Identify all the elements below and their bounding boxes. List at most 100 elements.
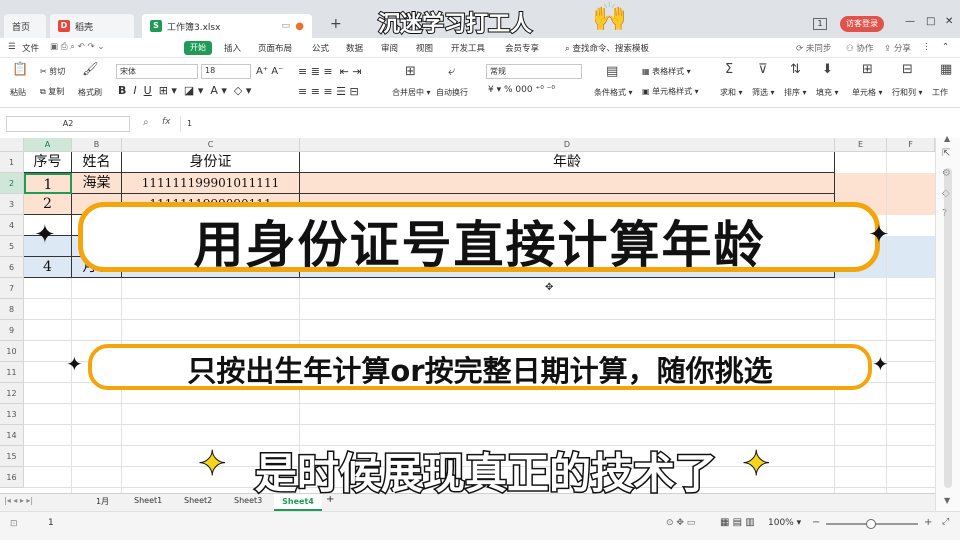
number-format-select[interactable]: 常规 <box>486 64 582 79</box>
window-count-badge[interactable]: 1 <box>813 18 827 30</box>
side-select-icon[interactable]: ⇱ <box>942 148 950 159</box>
row-header[interactable]: 12 <box>0 383 24 404</box>
row-header[interactable]: 15 <box>0 446 24 467</box>
zoom-in-button[interactable]: + <box>924 517 932 528</box>
menu-developer[interactable]: 开发工具 <box>451 42 485 54</box>
row-header[interactable]: 16 <box>0 467 24 488</box>
sum-button[interactable]: 求和 ▾ <box>720 87 743 98</box>
column-header-e[interactable]: E <box>835 138 887 152</box>
zoom-out-button[interactable]: − <box>812 517 820 528</box>
fill-button[interactable]: 填充 ▾ <box>816 87 839 98</box>
row-col-button[interactable]: 行和列 ▾ <box>892 87 923 98</box>
sort-button[interactable]: 排序 ▾ <box>784 87 807 98</box>
worksheet-button[interactable]: 工作 <box>932 87 948 98</box>
menu-review[interactable]: 审阅 <box>381 42 398 54</box>
merge-center-icon[interactable]: ⊞ <box>405 64 416 79</box>
row-header[interactable]: 4 <box>0 215 24 236</box>
more-icon[interactable]: ⋮ <box>922 42 931 52</box>
search-command[interactable]: ⌕ 查找命令、搜索模板 <box>565 42 649 54</box>
sort-icon[interactable]: ⇅ <box>790 62 801 77</box>
menu-file[interactable]: 文件 <box>22 42 39 54</box>
scroll-up-icon[interactable]: ▲ <box>944 134 950 143</box>
cell-d2[interactable] <box>300 173 835 194</box>
font-size-select[interactable]: 18 <box>201 64 251 79</box>
cell-c1[interactable]: 身份证 <box>122 152 300 173</box>
row-header[interactable]: 7 <box>0 278 24 299</box>
cell-a1[interactable]: 序号 <box>24 152 72 173</box>
share-button[interactable]: ⇪ 分享 <box>884 42 911 54</box>
format-painter-button[interactable]: 格式刷 <box>78 87 102 98</box>
column-header-c[interactable]: C <box>122 138 300 152</box>
menu-member[interactable]: 会员专享 <box>505 42 539 54</box>
row-col-icon[interactable]: ⊟ <box>902 62 913 77</box>
vertical-scrollbar-thumb[interactable] <box>944 168 952 488</box>
scroll-down-icon[interactable]: ▼ <box>944 496 950 505</box>
row-header[interactable]: 6 <box>0 257 24 278</box>
row-header[interactable]: 11 <box>0 362 24 383</box>
row-header[interactable]: 14 <box>0 425 24 446</box>
fill-icon[interactable]: ⬇ <box>822 62 833 77</box>
sheet-tab-1[interactable]: 1月 <box>96 496 109 507</box>
merge-center-button[interactable]: 合并居中 ▾ <box>392 87 431 98</box>
row-header[interactable]: 1 <box>0 152 24 173</box>
page-view-icons[interactable]: ▦ ▤ ▥ <box>720 517 755 528</box>
cell-a6[interactable]: 4 <box>24 257 72 278</box>
sync-status[interactable]: ⟳ 未同步 <box>796 42 831 54</box>
fullscreen-icon[interactable]: ⤢ <box>942 517 949 527</box>
align-top-icons[interactable]: ≡ ≣ ≡ ⇤ ⇥ <box>298 65 362 78</box>
sum-icon[interactable]: Σ <box>725 62 733 77</box>
column-header-d[interactable]: D <box>300 138 835 152</box>
sheet-tab-sheet1[interactable]: Sheet1 <box>134 496 162 505</box>
paste-icon[interactable]: 📋 <box>12 62 28 77</box>
wrap-text-button[interactable]: 自动换行 <box>436 87 468 98</box>
filter-button[interactable]: 筛选 ▾ <box>752 87 775 98</box>
cell-c2[interactable]: 111111199901011111 <box>122 173 300 194</box>
align-horizontal-icons[interactable]: ≡ ≡ ≡ ☰ ⊟ <box>298 85 359 98</box>
quick-access-icons[interactable]: ▣ ⎙ ⌕ ↶ ↷ ⌄ <box>50 42 104 52</box>
maximize-button[interactable]: □ <box>926 16 935 27</box>
sheet-nav-icons[interactable]: |◂ ◂ ▸ ▸| <box>4 496 33 505</box>
number-format-icons[interactable]: ¥ ▾ % 000 ⁺⁰ ⁻⁰ <box>488 85 555 95</box>
zoom-search-icon[interactable]: ⌕ <box>143 117 149 128</box>
tab-docer[interactable]: D 稻壳 <box>50 14 134 38</box>
collapse-ribbon-icon[interactable]: ⌃ <box>942 42 949 52</box>
name-box[interactable]: A2 <box>6 116 130 132</box>
macro-record-icon[interactable]: ⊡ <box>10 519 18 529</box>
collaborate-button[interactable]: ⚇ 协作 <box>846 42 873 54</box>
conditional-format-button[interactable]: 条件格式 ▾ <box>594 87 633 98</box>
cell-icon[interactable]: ⊞ <box>862 62 873 77</box>
cell-button[interactable]: 单元格 ▾ <box>852 87 883 98</box>
row-header[interactable]: 8 <box>0 299 24 320</box>
tab-home[interactable]: 首页 <box>4 14 46 38</box>
row-header[interactable]: 13 <box>0 404 24 425</box>
row-header[interactable]: 10 <box>0 341 24 362</box>
cell-style-button[interactable]: ▣ 单元格样式 ▾ <box>642 86 699 97</box>
menu-data[interactable]: 数据 <box>346 42 363 54</box>
font-name-select[interactable]: 宋体 <box>116 64 198 79</box>
hamburger-icon[interactable]: ☰ <box>8 42 16 52</box>
font-style-icons[interactable]: B I U ⊞ ▾ ◪ ▾ A ▾ ◇ ▾ <box>118 84 251 97</box>
menu-view[interactable]: 视图 <box>416 42 433 54</box>
cell-b2[interactable]: 海棠 <box>72 173 122 194</box>
row-header[interactable]: 9 <box>0 320 24 341</box>
menu-start[interactable]: 开始 <box>184 41 212 55</box>
fx-icon[interactable]: fx <box>162 117 171 127</box>
menu-page-layout[interactable]: 页面布局 <box>258 42 292 54</box>
view-mode-icons[interactable]: ⊙ ✥ ▭ <box>666 518 695 528</box>
row-header[interactable]: 5 <box>0 236 24 257</box>
column-header-f[interactable]: F <box>887 138 935 152</box>
guest-login-button[interactable]: 访客登录 <box>840 16 884 32</box>
cell-b1[interactable]: 姓名 <box>72 152 122 173</box>
table-style-button[interactable]: ▦ 表格样式 ▾ <box>642 66 691 77</box>
select-all-corner[interactable] <box>0 138 24 152</box>
copy-button[interactable]: ⧉ 复制 <box>40 86 64 97</box>
close-button[interactable]: ✕ <box>945 16 953 27</box>
paste-button[interactable]: 粘贴 <box>10 87 26 98</box>
row-header[interactable]: 2 <box>0 173 24 194</box>
filter-icon[interactable]: ⊽ <box>758 62 768 77</box>
sheet-tab-sheet2[interactable]: Sheet2 <box>184 496 212 505</box>
zoom-slider-handle[interactable] <box>866 519 876 529</box>
cut-button[interactable]: ✂ 剪切 <box>40 66 65 77</box>
row-header[interactable]: 3 <box>0 194 24 215</box>
menu-formula[interactable]: 公式 <box>312 42 329 54</box>
